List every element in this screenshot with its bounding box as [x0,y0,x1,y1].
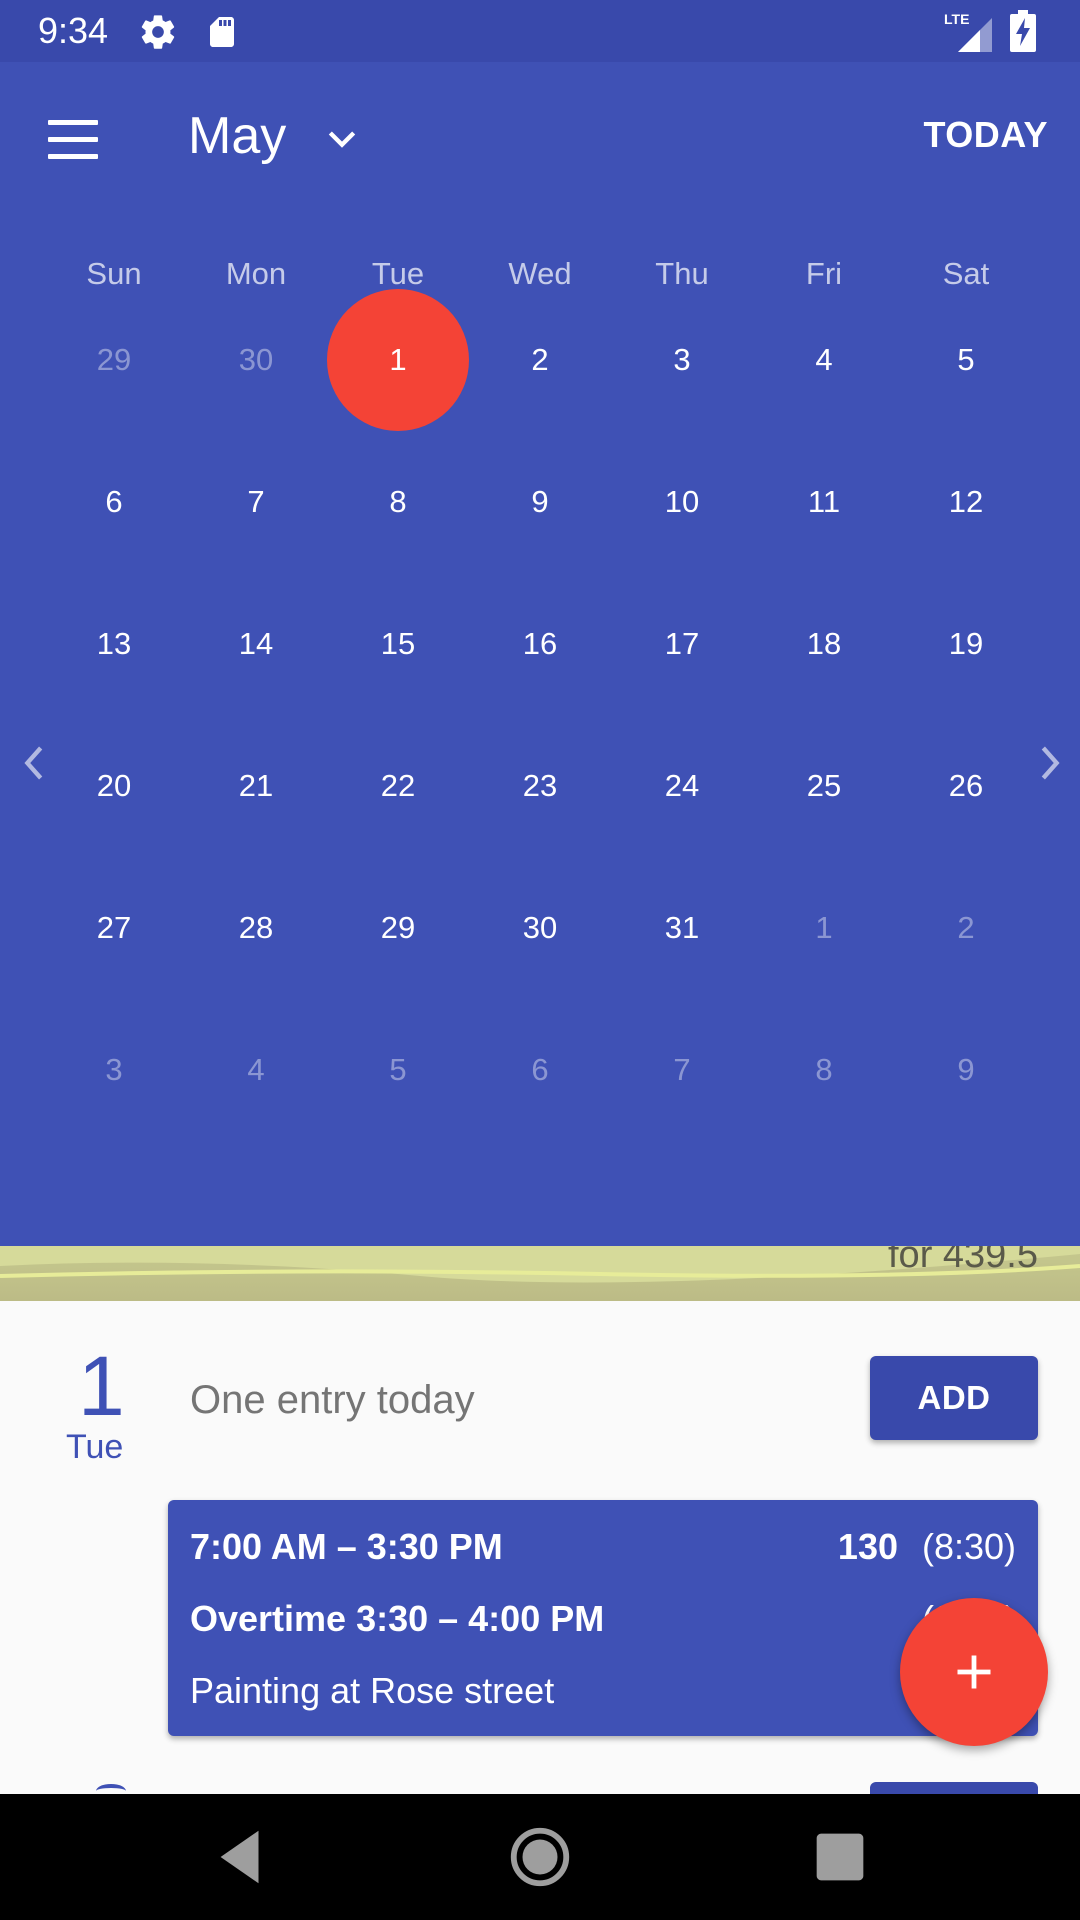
calendar-day[interactable]: 19 [895,573,1037,715]
calendar-day[interactable]: 9 [895,999,1037,1141]
chevron-right-icon[interactable] [1030,738,1070,788]
selected-day-bubble: 1 [327,289,469,431]
menu-icon[interactable] [48,120,98,160]
calendar-day[interactable]: 5 [895,289,1037,431]
weekday-label-fri: Fri [805,256,843,291]
banner-text: for 439.5 [888,1246,1038,1276]
entry-count-text: One entry today [190,1378,475,1422]
status-bar: 9:34 LTE [0,0,1080,62]
calendar-day[interactable]: 30 [185,289,327,431]
calendar-day[interactable]: 25 [753,715,895,857]
calendar-day[interactable]: 8 [753,999,895,1141]
entry-time-range: 7:00 AM – 3:30 PM [190,1526,503,1567]
chevron-left-icon[interactable] [14,738,54,788]
calendar-day[interactable]: 6 [43,431,185,573]
calendar-day[interactable]: 7 [185,431,327,573]
calendar-day[interactable]: 15 [327,573,469,715]
plus-icon [957,1655,991,1689]
calendar-day[interactable]: 24 [611,715,753,857]
calendar-day[interactable]: 3 [611,289,753,431]
calendar-day[interactable]: 22 [327,715,469,857]
sd-card-icon [204,12,240,57]
calendar-day[interactable]: 4 [753,289,895,431]
calendar-day[interactable]: 17 [611,573,753,715]
recents-icon[interactable] [805,1822,875,1892]
weekday-label-sun: Sun [86,256,142,291]
calendar-day[interactable]: 5 [327,999,469,1141]
calendar-day[interactable]: 29 [43,289,185,431]
calendar-day[interactable]: 9 [469,431,611,573]
svg-text:LTE: LTE [944,11,969,27]
banner-image: for 439.5 [0,1246,1080,1301]
calendar-header: May TODAY Sun Mon Tue Wed Thu Fri Sat 29 30 1 2 3 4… [0,62,1080,1246]
calendar-day[interactable]: 4 [185,999,327,1141]
calendar-day[interactable]: 20 [43,715,185,857]
weekday-label-sat: Sat [942,256,990,291]
weekday-label-thu: Thu [655,256,709,291]
back-icon[interactable] [206,1822,276,1892]
calendar-day[interactable]: 3 [43,999,185,1141]
entry-description: Painting at Rose street [190,1670,555,1711]
calendar-day[interactable]: 11 [753,431,895,573]
calendar-day[interactable]: 12 [895,431,1037,573]
weekday-label-tue: Tue [371,256,425,291]
calendar-day[interactable]: 28 [185,857,327,999]
calendar-day[interactable]: 1 [753,857,895,999]
calendar-day[interactable]: 18 [753,573,895,715]
add-entry-fab[interactable] [900,1598,1048,1746]
calendar-day-selected[interactable]: 1 [327,289,469,431]
calendar-day[interactable]: 6 [469,999,611,1141]
calendar-day[interactable]: 31 [611,857,753,999]
entry-code: 130 [837,1526,898,1567]
month-title[interactable]: May [188,106,286,166]
settings-icon [138,12,178,57]
calendar-day[interactable]: 23 [469,715,611,857]
entry-duration: (8:30) [921,1526,1016,1567]
selected-day-number: 1 [78,1339,125,1433]
add-button[interactable]: ADD [870,1356,1038,1440]
weekday-label-wed: Wed [508,256,572,291]
calendar-day[interactable]: 2 [895,857,1037,999]
calendar-day[interactable]: 13 [43,573,185,715]
battery-charging-icon [1010,10,1036,57]
calendar-day[interactable]: 14 [185,573,327,715]
chevron-down-icon[interactable] [322,118,362,158]
today-button[interactable]: TODAY [923,114,1048,156]
home-icon[interactable] [505,1822,575,1892]
calendar-day[interactable]: 27 [43,857,185,999]
selected-day-weekday: Tue [66,1428,124,1466]
weekday-label-mon: Mon [225,256,287,291]
system-nav-bar [0,1794,1080,1920]
calendar-day[interactable]: 16 [469,573,611,715]
calendar-day[interactable]: 30 [469,857,611,999]
calendar-day[interactable]: 2 [469,289,611,431]
status-time: 9:34 [38,10,109,51]
entry-overtime: Overtime 3:30 – 4:00 PM [190,1598,605,1639]
calendar-day[interactable]: 7 [611,999,753,1141]
next-add-button-peek[interactable] [870,1782,1038,1794]
calendar-day[interactable]: 10 [611,431,753,573]
calendar-day[interactable]: 8 [327,431,469,573]
calendar-day[interactable]: 21 [185,715,327,857]
calendar-day[interactable]: 29 [327,857,469,999]
calendar-day[interactable]: 26 [895,715,1037,857]
signal-icon: LTE [944,10,992,57]
